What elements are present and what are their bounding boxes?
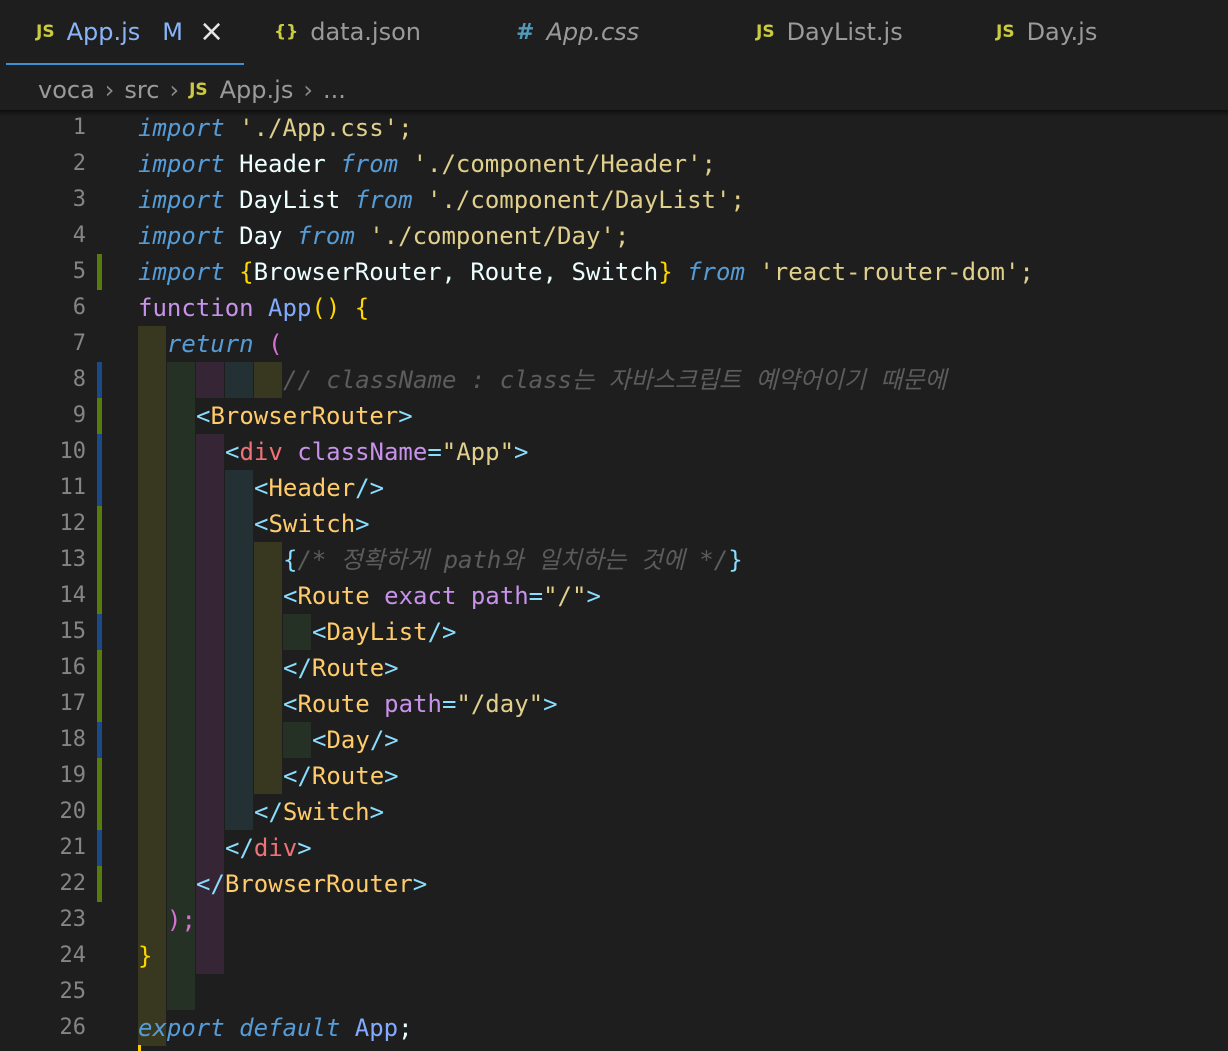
tab-day-js[interactable]: JS Day.js (996, 0, 1097, 64)
code-line: 26 export default App; (0, 1010, 1228, 1046)
line-number: 20 (59, 799, 87, 824)
line-number: 12 (59, 511, 87, 536)
code-line: 11 <Header/> (0, 470, 1228, 506)
tab-daylist-js[interactable]: JS DayList.js (756, 0, 903, 64)
line-number: 15 (59, 619, 87, 644)
code-line: 14 <Route exact path="/"> (0, 578, 1228, 614)
gutter-change-marker[interactable] (97, 434, 102, 470)
line-number: 11 (59, 475, 87, 500)
close-icon[interactable]: × (199, 17, 224, 47)
code-line: 4 import Day from './component/Day'; (0, 218, 1228, 254)
tab-app-css[interactable]: # App.css (516, 0, 639, 64)
gutter-change-marker[interactable] (97, 614, 102, 650)
chevron-right-icon: › (104, 76, 115, 104)
line-number: 22 (59, 871, 87, 896)
code-line: 15 <DayList/> (0, 614, 1228, 650)
css-file-icon: # (516, 19, 535, 45)
gutter-change-marker[interactable] (97, 866, 102, 902)
gutter-change-marker[interactable] (97, 470, 102, 506)
code-line: 24 } (0, 938, 1228, 974)
tab-data-json[interactable]: {} data.json (274, 0, 421, 64)
line-number: 10 (59, 439, 87, 464)
javascript-file-icon: JS (756, 22, 775, 42)
gutter-change-marker[interactable] (97, 362, 102, 398)
code-line: 21 </div> (0, 830, 1228, 866)
breadcrumb-more[interactable]: ... (323, 76, 346, 104)
json-file-icon: {} (274, 22, 299, 42)
chevron-right-icon: › (169, 76, 180, 104)
gutter-change-marker[interactable] (97, 398, 102, 434)
gutter-change-marker[interactable] (97, 254, 102, 290)
code-line: 20 </Switch> (0, 794, 1228, 830)
gutter-change-marker[interactable] (97, 830, 102, 866)
editor-tab-bar: JS App.js M × {} data.json # App.css JS … (0, 0, 1228, 65)
breadcrumb-root[interactable]: voca (38, 76, 95, 104)
gutter-change-marker[interactable] (97, 686, 102, 722)
line-number: 19 (59, 763, 87, 788)
line-number: 6 (72, 295, 86, 320)
line-number: 26 (59, 1015, 87, 1040)
line-number: 25 (59, 979, 87, 1004)
line-number: 21 (59, 835, 87, 860)
code-line: 25 (0, 974, 1228, 1010)
gutter-change-marker[interactable] (97, 794, 102, 830)
gutter-change-marker[interactable] (97, 650, 102, 686)
gutter-change-marker[interactable] (97, 578, 102, 614)
code-line: 10 <div className="App"> (0, 434, 1228, 470)
gutter-change-marker[interactable] (97, 758, 102, 794)
javascript-file-icon: JS (36, 22, 55, 42)
tab-app-js[interactable]: JS App.js M × (36, 0, 224, 64)
line-number: 13 (59, 547, 87, 572)
code-editor[interactable]: 1 import './App.css'; 2 import Header fr… (0, 110, 1228, 1051)
code-line: 9 <BrowserRouter> (0, 398, 1228, 434)
line-number: 23 (59, 907, 87, 932)
code-line: 17 <Route path="/day"> (0, 686, 1228, 722)
breadcrumb-folder[interactable]: src (124, 76, 159, 104)
line-number: 7 (72, 331, 86, 356)
line-number: 9 (72, 403, 86, 428)
code-line: 12 <Switch> (0, 506, 1228, 542)
line-number: 17 (59, 691, 87, 716)
code-line: 5 import {BrowserRouter, Route, Switch} … (0, 254, 1228, 290)
tab-label: Day.js (1026, 18, 1098, 46)
line-number: 3 (72, 187, 86, 212)
code-line: 6 function App() { (0, 290, 1228, 326)
chevron-right-icon: › (303, 76, 313, 104)
line-number: 24 (59, 943, 87, 968)
line-number: 8 (72, 367, 86, 392)
code-line: 18 <Day/> (0, 722, 1228, 758)
tab-label: data.json (310, 18, 421, 46)
breadcrumb-file[interactable]: App.js (220, 76, 294, 104)
line-number: 4 (72, 223, 86, 248)
gutter-change-marker[interactable] (97, 506, 102, 542)
code-line: 3 import DayList from './component/DayLi… (0, 182, 1228, 218)
code-line: 13 {/* 정확하게 path와 일치하는 것에 */} (0, 542, 1228, 578)
code-line: 19 </Route> (0, 758, 1228, 794)
breadcrumb: voca › src › JS App.js › ... (38, 70, 346, 110)
text-cursor (138, 1045, 141, 1051)
code-line: 23 ); (0, 902, 1228, 938)
line-number: 14 (59, 583, 87, 608)
code-line: 22 </BrowserRouter> (0, 866, 1228, 902)
tab-label: App.css (546, 18, 640, 46)
line-number: 2 (72, 151, 86, 176)
code-line: 2 import Header from './component/Header… (0, 146, 1228, 182)
code-line: 7 return ( (0, 326, 1228, 362)
tab-label: DayList.js (786, 18, 903, 46)
line-number: 5 (72, 259, 86, 284)
gutter-change-marker[interactable] (97, 542, 102, 578)
editor-scroll-shadow (0, 110, 1228, 116)
code-line: 8 // className : class는 자바스크립트 예약어이기 때문에 (0, 362, 1228, 398)
line-number: 18 (59, 727, 87, 752)
code-line: 16 </Route> (0, 650, 1228, 686)
gutter-change-marker[interactable] (97, 722, 102, 758)
javascript-file-icon: JS (996, 22, 1015, 42)
line-number: 16 (59, 655, 87, 680)
tab-label: App.js (66, 18, 141, 46)
modified-indicator: M (162, 18, 183, 46)
javascript-file-icon: JS (189, 80, 208, 100)
active-tab-indicator (6, 63, 244, 65)
